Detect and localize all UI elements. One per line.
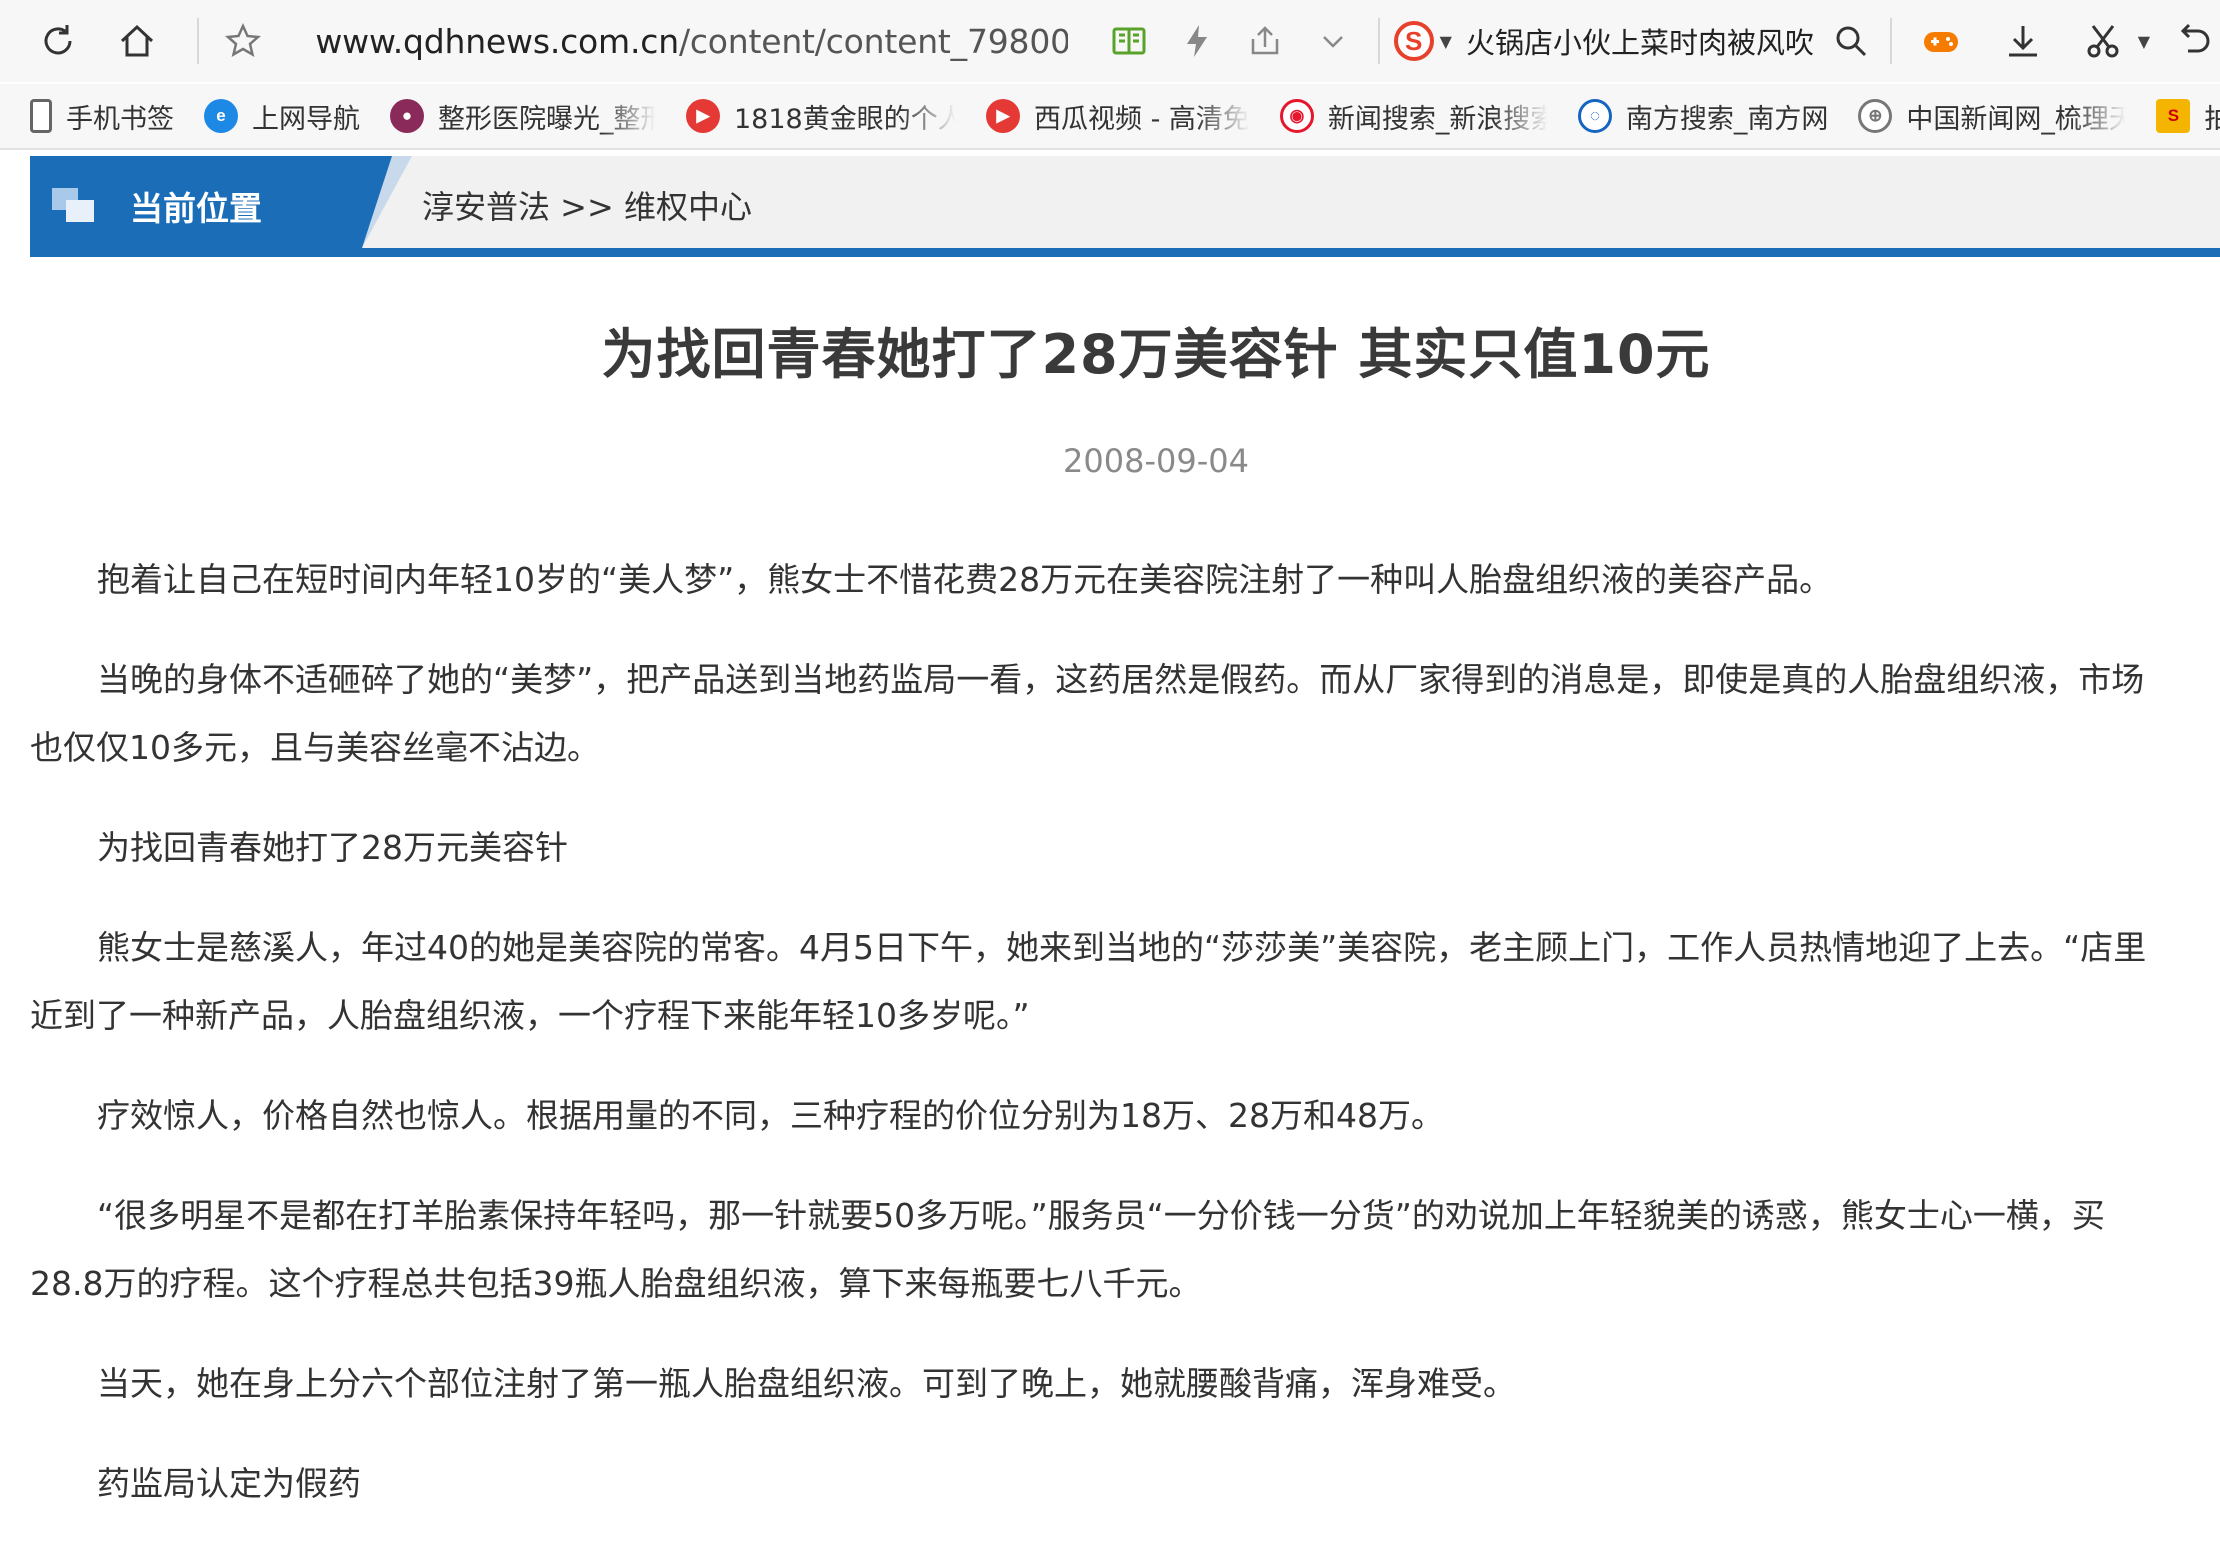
search-box[interactable]: S ▼ 火锅店小伙上菜时肉被风吹 bbox=[1393, 6, 1876, 76]
toolbar-separator bbox=[1377, 18, 1380, 64]
paragraph-line: 当晚的身体不适砸碎了她的“美梦”，把产品送到当地药监局一看，这药居然是假药。而从… bbox=[97, 660, 2145, 699]
article-title: 为找回青春她打了28万美容针 其实只值10元 bbox=[601, 323, 1711, 386]
toolbar-separator bbox=[1889, 18, 1892, 64]
bookmark-label: 拍 bbox=[2204, 97, 2220, 136]
bookmark-sohu[interactable]: S 拍 bbox=[2156, 97, 2220, 136]
bookmark-label: 1818黄金眼的个人 bbox=[734, 103, 956, 135]
location-squares-icon bbox=[52, 188, 94, 222]
bookmark-nanfang[interactable]: ◌ 南方搜索_南方网 bbox=[1577, 97, 1829, 136]
screenshot-dropdown-icon[interactable]: ▼ bbox=[2138, 32, 2150, 51]
paragraph-line: 当天，她在身上分六个部位注射了第一瓶人胎盘组织液。可到了晚上，她就腰酸背痛，浑身… bbox=[97, 1364, 1516, 1403]
chevron-down-icon[interactable] bbox=[1302, 6, 1364, 76]
article-paragraph: 当天，她在身上分六个部位注射了第一瓶人胎盘组织液。可到了晚上，她就腰酸背痛，浑身… bbox=[30, 1350, 2220, 1418]
play-icon: ▶ bbox=[986, 99, 1020, 133]
browser-toolbar: www.qdhnews.com.cn/content/content_79800… bbox=[0, 0, 2220, 82]
phone-icon bbox=[30, 99, 52, 133]
location-badge: 当前位置 bbox=[30, 156, 392, 248]
search-engine-dropdown-icon[interactable]: ▼ bbox=[1440, 32, 1452, 51]
scissors-icon[interactable] bbox=[2068, 6, 2138, 76]
bookmark-label: 整形医院曝光_整形 bbox=[438, 103, 656, 135]
nanfang-icon: ◌ bbox=[1577, 99, 1612, 133]
article-paragraph: 当晚的身体不适砸碎了她的“美梦”，把产品送到当地药监局一看，这药居然是假药。而从… bbox=[30, 646, 2220, 782]
globe-icon: ⊕ bbox=[1858, 99, 1893, 133]
url-path: /content/content_7980089.htm bbox=[678, 21, 1068, 61]
paragraph-line: 抱着让自己在短时间内年轻10岁的“美人梦”，熊女士不惜花费28万元在美容院注射了… bbox=[97, 560, 1833, 599]
play-icon: ▶ bbox=[686, 99, 720, 133]
toolbar-separator bbox=[197, 18, 199, 64]
current-location-bar: 当前位置 淳安普法 >> 维权中心 bbox=[30, 156, 2220, 257]
bookmark-mobile[interactable]: 手机书签 bbox=[30, 97, 174, 136]
bookmark-label: 手机书签 bbox=[66, 103, 174, 135]
search-input[interactable]: 火锅店小伙上菜时肉被风吹 bbox=[1466, 20, 1826, 62]
article-paragraph: 熊女士是慈溪人，年过40的她是美容院的常客。4月5日下午，她来到当地的“莎莎美”… bbox=[30, 914, 2220, 1050]
clinic-logo-icon: ● bbox=[390, 99, 424, 133]
bookmarks-bar: 手机书签 e 上网导航 ● 整形医院曝光_整形 ▶ 1818黄金眼的个人 ▶ 西… bbox=[0, 84, 2220, 150]
location-title: 当前位置 bbox=[130, 189, 262, 228]
bookmark-sina[interactable]: ◉ 新闻搜索_新浪搜索 bbox=[1279, 97, 1548, 136]
paragraph-line: “很多明星不是都在打羊胎素保持年轻吗，那一针就要50多万呢。”服务员“一分价钱一… bbox=[97, 1196, 2105, 1235]
share-icon[interactable] bbox=[1234, 6, 1296, 76]
star-icon[interactable] bbox=[213, 6, 274, 76]
bookmark-label: 西瓜视频 - 高清免 bbox=[1034, 103, 1250, 135]
toolbar-right-tools: ▼ bbox=[1906, 6, 2220, 76]
lightning-icon[interactable] bbox=[1166, 6, 1228, 76]
bookmark-label: 南方搜索_南方网 bbox=[1625, 103, 1829, 135]
paragraph-line: 28.8万的疗程。这个疗程总共包括39瓶人胎盘组织液，算下来每瓶要七八千元。 bbox=[30, 1264, 1202, 1303]
bookmark-label: 上网导航 bbox=[252, 103, 360, 135]
article-date: 2008-09-04 bbox=[1063, 442, 1249, 480]
address-bar-actions bbox=[1098, 6, 1364, 76]
article-body: 抱着让自己在短时间内年轻10岁的“美人梦”，熊女士不惜花费28万元在美容院注射了… bbox=[30, 546, 2220, 1550]
article-paragraph: “很多明星不是都在打羊胎素保持年轻吗，那一针就要50多万呢。”服务员“一分价钱一… bbox=[30, 1182, 2220, 1318]
bookmark-label: 中国新闻网_梳理天 bbox=[1906, 103, 2127, 135]
sohu-icon: S bbox=[2156, 99, 2191, 133]
paragraph-line: 药监局认定为假药 bbox=[97, 1464, 361, 1503]
download-icon[interactable] bbox=[1988, 6, 2058, 76]
home-icon[interactable] bbox=[107, 6, 168, 76]
game-controller-icon[interactable] bbox=[1906, 6, 1976, 76]
bookmark-xigua[interactable]: ▶ 西瓜视频 - 高清免 bbox=[986, 97, 1250, 136]
bookmark-label: 新闻搜索_新浪搜索 bbox=[1327, 103, 1548, 135]
article-paragraph: 抱着让自己在短时间内年轻10岁的“美人梦”，熊女士不惜花费28万元在美容院注射了… bbox=[30, 546, 2220, 614]
url-host: www.qdhnews.com.cn bbox=[315, 21, 679, 61]
breadcrumb[interactable]: 淳安普法 >> 维权中心 bbox=[422, 182, 752, 228]
undo-icon[interactable] bbox=[2164, 6, 2220, 76]
article-subheading: 为找回青春她打了28万元美容针 bbox=[30, 814, 2220, 882]
bookmark-nav[interactable]: e 上网导航 bbox=[204, 97, 360, 136]
search-icon[interactable] bbox=[1826, 6, 1876, 76]
ie-icon: e bbox=[204, 99, 238, 133]
sogou-search-logo-icon[interactable]: S bbox=[1393, 21, 1434, 61]
weibo-icon: ◉ bbox=[1279, 99, 1314, 133]
reload-icon[interactable] bbox=[28, 6, 89, 76]
bookmark-1818[interactable]: ▶ 1818黄金眼的个人 bbox=[686, 97, 956, 136]
paragraph-line: 疗效惊人，价格自然也惊人。根据用量的不同，三种疗程的价位分别为18万、28万和4… bbox=[97, 1096, 1444, 1135]
paragraph-line: 近到了一种新产品，人胎盘组织液，一个疗程下来能年轻10多岁呢。” bbox=[30, 996, 1030, 1035]
paragraph-line: 也仅仅10多元，且与美容丝毫不沾边。 bbox=[30, 728, 600, 767]
reader-mode-icon[interactable] bbox=[1098, 6, 1160, 76]
paragraph-line: 为找回青春她打了28万元美容针 bbox=[97, 828, 568, 867]
paragraph-line: 熊女士是慈溪人，年过40的她是美容院的常客。4月5日下午，她来到当地的“莎莎美”… bbox=[97, 928, 2147, 967]
article-paragraph: 疗效惊人，价格自然也惊人。根据用量的不同，三种疗程的价位分别为18万、28万和4… bbox=[30, 1082, 2220, 1150]
article-subheading: 药监局认定为假药 bbox=[30, 1450, 2220, 1518]
address-bar[interactable]: www.qdhnews.com.cn/content/content_79800… bbox=[315, 22, 1068, 61]
bookmark-clinic[interactable]: ● 整形医院曝光_整形 bbox=[390, 97, 656, 136]
bookmark-chinanews[interactable]: ⊕ 中国新闻网_梳理天 bbox=[1858, 97, 2126, 136]
